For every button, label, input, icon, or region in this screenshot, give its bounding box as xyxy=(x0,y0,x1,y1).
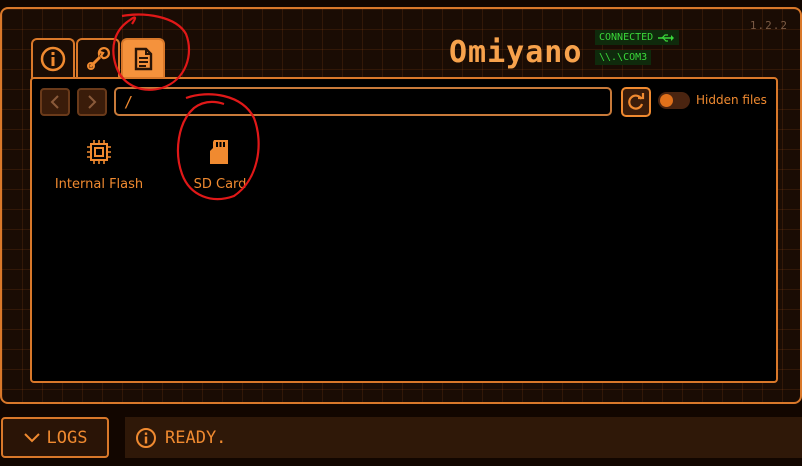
hidden-files-toggle[interactable] xyxy=(658,92,690,109)
info-icon xyxy=(40,46,66,72)
drive-sd-card[interactable]: SD Card xyxy=(165,137,275,192)
connection-status-badge: CONNECTED xyxy=(595,30,680,45)
logs-button[interactable]: LOGS xyxy=(1,417,109,458)
status-bar: READY. xyxy=(125,417,802,458)
refresh-button[interactable] xyxy=(621,87,651,117)
chip-icon xyxy=(87,140,111,164)
status-text: READY. xyxy=(165,427,227,448)
tab-files[interactable] xyxy=(121,38,165,78)
toggle-knob xyxy=(660,94,673,107)
chevron-down-icon xyxy=(23,432,40,442)
info-icon xyxy=(136,427,156,448)
back-button[interactable] xyxy=(40,88,70,116)
forward-button[interactable] xyxy=(77,88,107,116)
drive-label: SD Card xyxy=(193,177,247,192)
app-window: 1.2.2 Omiyano CONNECTED \\.\COM3 / Hidde… xyxy=(0,7,802,404)
chevron-left-icon xyxy=(50,95,59,109)
port-badge: \\.\COM3 xyxy=(595,50,652,65)
refresh-icon xyxy=(628,93,645,110)
usb-icon xyxy=(658,33,675,42)
document-icon xyxy=(134,47,153,71)
wrench-icon xyxy=(87,47,110,70)
chevron-right-icon xyxy=(88,95,97,109)
version-label: 1.2.2 xyxy=(749,19,788,32)
app-logo: Omiyano xyxy=(449,35,583,70)
tab-info[interactable] xyxy=(31,38,75,78)
hidden-files-label: Hidden files xyxy=(696,93,767,107)
file-browser-panel: Hidden files Internal Flash SD Card xyxy=(30,77,778,383)
port-text: \\.\COM3 xyxy=(599,52,648,63)
sd-card-icon xyxy=(210,140,228,164)
logs-label: LOGS xyxy=(46,427,88,448)
drive-label: Internal Flash xyxy=(54,177,144,192)
path-input[interactable] xyxy=(114,87,612,116)
drive-internal-flash[interactable]: Internal Flash xyxy=(44,137,154,192)
tab-tools[interactable] xyxy=(76,38,120,78)
connection-status-text: CONNECTED xyxy=(599,32,654,43)
